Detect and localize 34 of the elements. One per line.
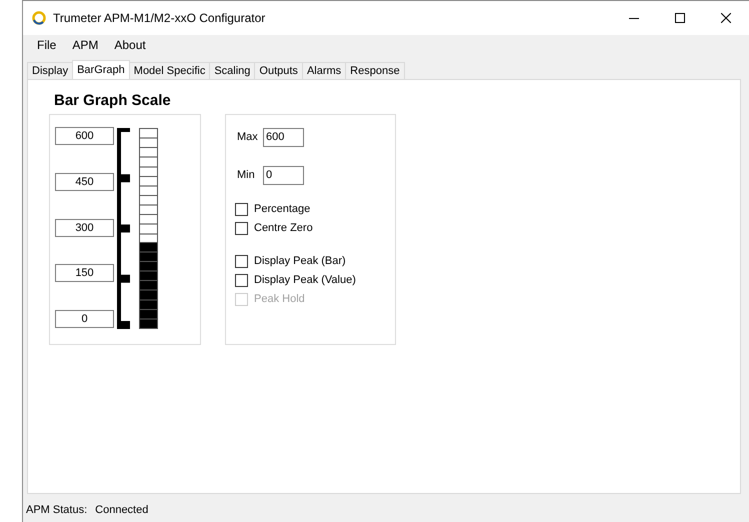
checkbox[interactable] (235, 274, 248, 287)
checkbox[interactable] (235, 222, 248, 235)
status-label: APM Status: (26, 502, 88, 518)
section-heading: Bar Graph Scale (53, 91, 172, 111)
checkbox[interactable] (235, 203, 248, 216)
menu-item[interactable]: File (30, 36, 64, 54)
maximize-icon (675, 13, 685, 23)
checkbox-label: Centre Zero (254, 221, 313, 236)
input-field[interactable]: 0 (263, 166, 304, 184)
tab[interactable]: Outputs (254, 62, 303, 79)
checkbox-label: Display Peak (Value) (254, 273, 356, 288)
scale-field[interactable]: 0 (55, 310, 114, 328)
menu-item[interactable]: About (107, 36, 153, 54)
status-value: Connected (95, 502, 148, 518)
tab[interactable]: BarGraph (72, 60, 130, 79)
close-icon (721, 13, 731, 23)
scale-field[interactable]: 600 (55, 127, 114, 145)
field-label: Max (237, 130, 257, 145)
scale-field[interactable]: 150 (55, 264, 114, 282)
app-logo-icon (32, 11, 46, 25)
tab[interactable]: Model Specific (128, 62, 210, 79)
field-label: Min (237, 168, 256, 183)
scale-field[interactable]: 300 (55, 218, 114, 236)
tab[interactable]: Response (345, 62, 405, 79)
checkbox-label: Peak Hold (254, 292, 305, 308)
scale-field[interactable]: 450 (55, 172, 114, 191)
window-title: Trumeter APM-M1/M2-xxO Configurator (53, 10, 266, 27)
menu-item[interactable]: APM (65, 36, 106, 54)
checkbox-label: Percentage (254, 202, 310, 218)
tab[interactable]: Scaling (209, 62, 256, 79)
checkbox-label: Display Peak (Bar) (254, 254, 346, 270)
input-field[interactable]: 600 (263, 128, 304, 146)
checkbox[interactable] (235, 255, 248, 268)
tab[interactable]: Display (27, 62, 74, 79)
